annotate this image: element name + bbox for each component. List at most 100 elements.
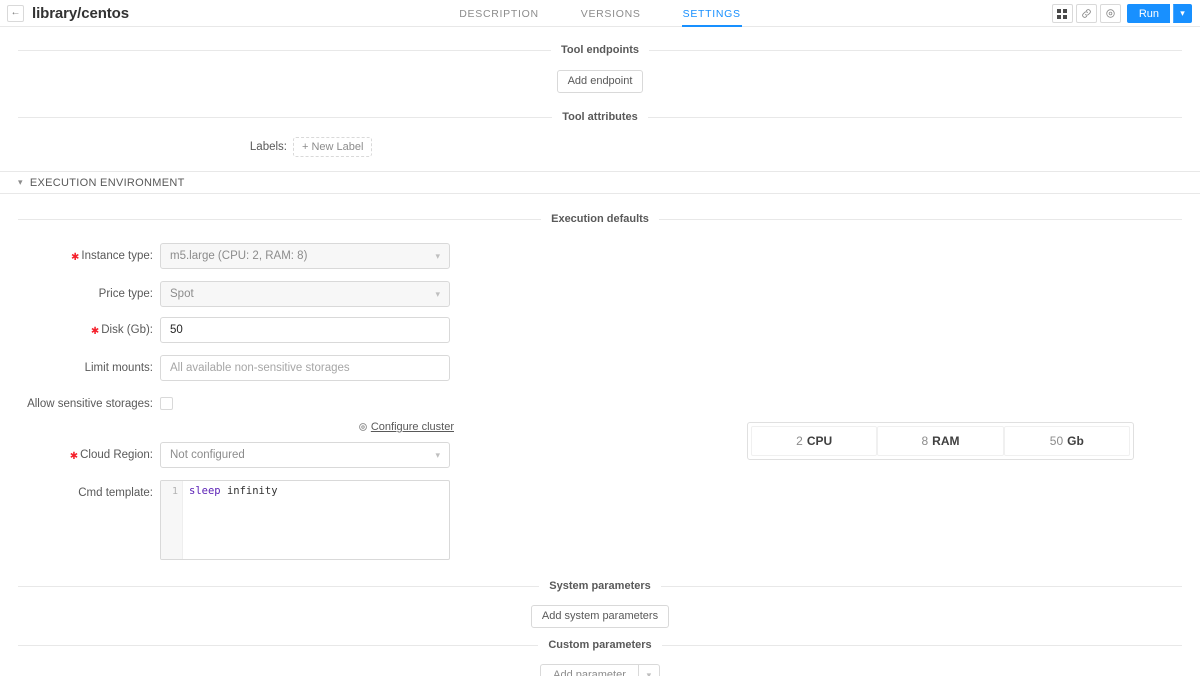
limit-mounts-value: All available non-sensitive storages [170,362,350,375]
resource-cpu-value: 2 [796,434,803,449]
app-header: ← library/centos DESCRIPTION VERSIONS SE… [0,0,1200,27]
system-parameters-divider: System parameters [0,580,1200,592]
resource-disk-value: 50 [1049,434,1064,449]
divider-line-right [661,644,1183,646]
resource-ram: 8 RAM [877,426,1004,457]
divider-line-left [18,49,551,51]
configure-cluster-link[interactable]: Configure cluster [358,421,454,433]
cmd-argument: infinity [226,485,278,498]
resource-cpu-unit: CPU [806,434,833,449]
tab-description[interactable]: DESCRIPTION [459,0,538,27]
chevron-down-icon: ▾ [435,449,440,460]
disk-label-text: Disk (Gb): [101,324,153,337]
tab-versions[interactable]: VERSIONS [581,0,641,27]
link-button[interactable] [1075,4,1097,23]
divider-line-left [18,218,542,220]
gear-icon [358,423,367,432]
resource-ram-value: 8 [921,434,929,449]
chevron-down-icon: ▾ [1180,8,1185,18]
execution-environment-body: Execution defaults 2 CPU 8 RAM 50 Gb ✱ In… [0,194,1200,561]
add-system-parameters-button[interactable]: Add system parameters [530,605,670,629]
cmd-keyword: sleep [189,485,221,498]
configure-cluster-row: Configure cluster [0,421,455,433]
add-parameter-split-button: Add parameter ▾ [540,664,660,676]
divider-line-right [660,585,1183,587]
page-title: library/centos [32,4,129,22]
cloud-region-label: ✱ Cloud Region: [0,442,160,470]
run-dropdown-button[interactable]: ▾ [1173,4,1192,23]
add-parameter-dropdown-button[interactable]: ▾ [637,664,660,676]
header-left: ← library/centos [0,4,129,22]
required-marker: ✱ [71,252,80,264]
divider-line-left [18,116,553,118]
back-button[interactable]: ← [7,4,24,22]
divider-line-left [18,585,540,587]
arrow-left-icon: ← [10,7,21,18]
allow-sensitive-storages-row: Allow sensitive storages: [0,391,1200,417]
instance-type-select[interactable]: m5.large (CPU: 2, RAM: 8) ▾ [160,243,450,270]
tool-endpoints-title: Tool endpoints [561,44,640,56]
instance-type-label-text: Instance type: [81,250,153,263]
price-type-row: Price type: Spot ▾ [0,281,1200,308]
disk-value: 50 [170,324,183,337]
resource-ram-unit: RAM [932,434,960,449]
cloud-region-select[interactable]: Not configured ▾ [160,442,450,469]
required-marker: ✱ [90,326,100,338]
labels-label: Labels: [249,141,287,154]
disk-label: ✱ Disk (Gb): [0,317,160,345]
system-parameters-title: System parameters [549,580,651,593]
editor-content[interactable]: sleep infinity [183,481,449,559]
allow-sensitive-storages-label: Allow sensitive storages: [27,398,153,411]
run-button[interactable]: Run [1126,4,1170,23]
new-label-button[interactable]: + New Label [293,137,373,158]
grid-icon [1057,8,1068,19]
tab-bar: DESCRIPTION VERSIONS SETTINGS [0,0,1200,27]
header-actions: Run ▾ [1051,0,1192,27]
chevron-down-icon: ▾ [435,288,440,299]
chevron-down-icon: ▾ [435,250,440,261]
required-marker: ✱ [69,451,79,463]
tool-attributes-title: Tool attributes [562,111,638,124]
grid-view-button[interactable] [1051,4,1073,23]
allow-sensitive-storages-checkbox[interactable] [160,397,173,411]
execution-environment-title: EXECUTION ENVIRONMENT [29,176,185,189]
cmd-template-label: Cmd template: [78,487,153,500]
disk-input[interactable]: 50 [160,317,450,344]
price-type-select[interactable]: Spot ▾ [160,281,450,308]
custom-parameters-title: Custom parameters [548,639,652,652]
add-parameter-button[interactable]: Add parameter [540,664,638,676]
divider-line-left [18,644,539,646]
resource-summary-panel: 2 CPU 8 RAM 50 Gb [747,422,1134,461]
instance-type-row: ✱ Instance type: m5.large (CPU: 2, RAM: 8… [0,243,1200,271]
tool-endpoints-divider: Tool endpoints [0,44,1200,56]
divider-line-right [649,49,1183,51]
custom-parameters-divider: Custom parameters [0,639,1200,651]
cmd-template-row: Cmd template: 1 sleep infinity [0,480,1200,561]
cmd-template-editor[interactable]: 1 sleep infinity [160,480,450,561]
resource-disk-unit: Gb [1067,434,1084,449]
limit-mounts-row: Limit mounts: All available non-sensitiv… [0,355,1200,382]
cloud-region-value: Not configured [170,449,245,462]
add-endpoint-button[interactable]: Add endpoint [556,70,644,94]
tab-settings[interactable]: SETTINGS [681,0,742,27]
resource-disk: 50 Gb [1003,426,1130,457]
cloud-region-label-text: Cloud Region: [80,449,153,462]
limit-mounts-input[interactable]: All available non-sensitive storages [160,355,450,382]
instance-type-label: ✱ Instance type: [0,243,160,271]
settings-button[interactable] [1099,4,1121,23]
divider-line-right [647,116,1183,118]
instance-type-value: m5.large (CPU: 2, RAM: 8) [170,250,308,263]
resource-cpu: 2 CPU [751,426,878,457]
price-type-label: Price type: [98,288,153,301]
divider-line-right [658,218,1183,220]
execution-defaults-divider: Execution defaults [0,213,1200,225]
limit-mounts-label: Limit mounts: [84,362,153,375]
disk-row: ✱ Disk (Gb): 50 [0,317,1200,345]
gear-icon [1106,9,1115,18]
configure-cluster-label: Configure cluster [370,421,454,434]
execution-environment-header[interactable]: ▾ EXECUTION ENVIRONMENT [0,172,1200,195]
price-type-value: Spot [170,288,194,301]
tool-attributes-divider: Tool attributes [0,111,1200,123]
editor-gutter: 1 [161,481,183,560]
chevron-down-icon: ▾ [646,669,652,676]
